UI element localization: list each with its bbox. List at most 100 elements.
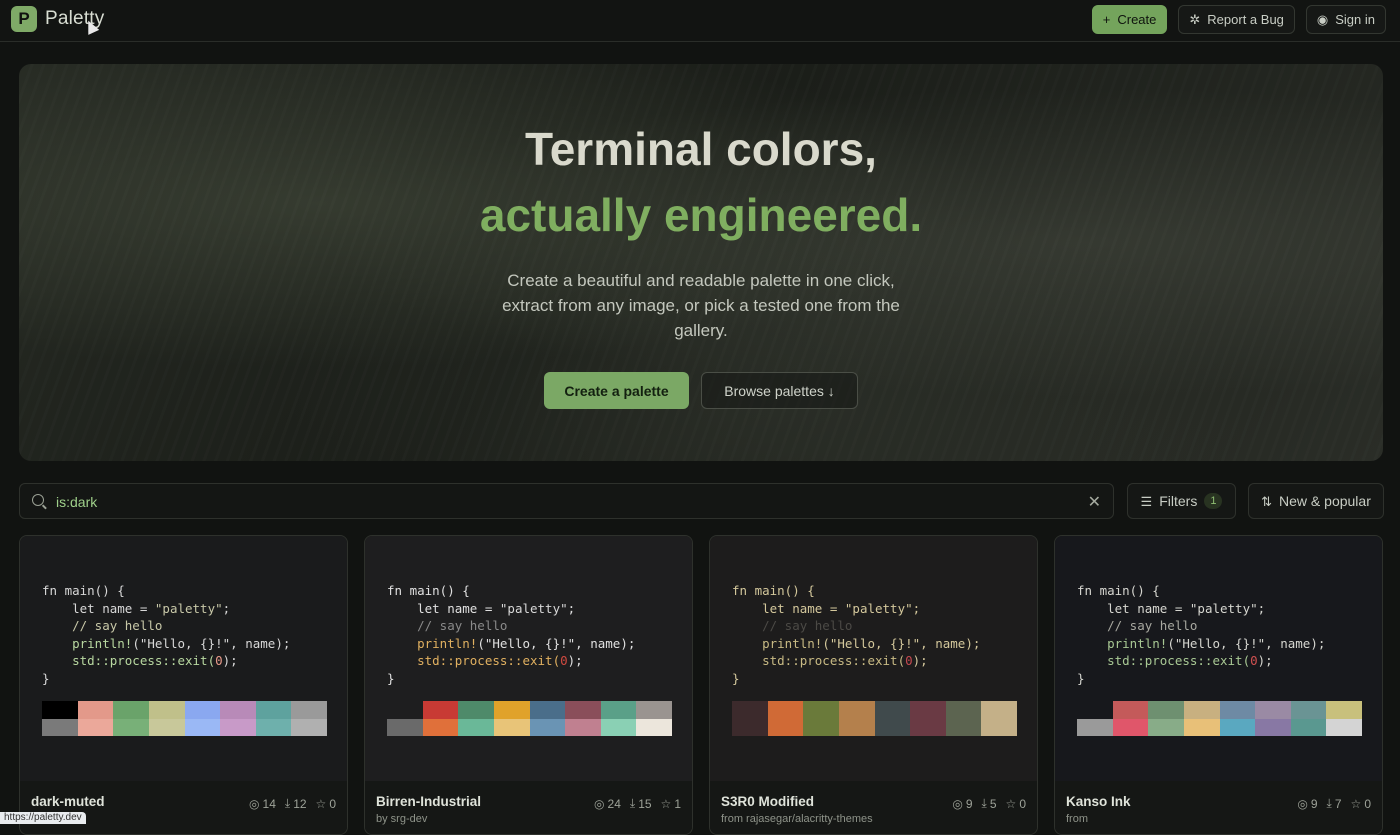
palette-author: from: [1066, 813, 1088, 825]
color-swatch: [910, 701, 946, 736]
views-stat: ◎ 9: [952, 796, 972, 811]
views-count: 9: [965, 796, 973, 811]
code-sample: fn main() { let name = "paletty"; // say…: [1077, 583, 1326, 686]
color-swatch: [1255, 701, 1291, 719]
stars-count: 0: [329, 796, 336, 811]
color-swatch: [565, 718, 601, 736]
color-swatch: [493, 718, 530, 736]
palette-stats: ◎ 9 ⤓ 7 ☆ 0: [1297, 796, 1371, 811]
palette-grid: fn main() { let name = "paletty"; // say…: [19, 535, 1384, 835]
color-swatch: [458, 701, 494, 719]
views-stat: ◎ 14: [249, 796, 276, 811]
color-swatch: [1183, 701, 1220, 719]
sign-in-button[interactable]: ◉ Sign in: [1305, 5, 1386, 34]
browse-palettes-button[interactable]: Browse palettes ↓: [701, 372, 858, 409]
views-count: 24: [607, 796, 621, 811]
star-button[interactable]: ☆ 0: [316, 796, 336, 811]
code-preview: fn main() { let name = "paletty"; // say…: [365, 536, 692, 781]
color-swatch: [422, 701, 459, 719]
code-sample: fn main() { let name = "paletty"; // say…: [732, 583, 981, 686]
color-swatch: [1077, 718, 1113, 736]
star-button[interactable]: ☆ 0: [1351, 796, 1371, 811]
clear-search-icon[interactable]: ✕: [1088, 492, 1101, 512]
color-swatch: [565, 701, 601, 719]
views-count: 9: [1310, 796, 1318, 811]
color-swatch: [113, 701, 149, 719]
search-input[interactable]: is:dark ✕: [19, 483, 1114, 519]
palette-title: Birren-Industrial: [376, 794, 482, 809]
color-swatch: [636, 701, 672, 719]
color-swatch: [113, 718, 149, 736]
report-bug-button[interactable]: ✲ Report a Bug: [1178, 5, 1295, 34]
color-swatch: [1112, 701, 1149, 719]
downloads-count: 7: [1334, 796, 1342, 811]
code-sample: fn main() { let name = "paletty"; // say…: [42, 583, 291, 686]
palette-author: by srg-dev: [376, 813, 428, 825]
color-swatch: [1290, 718, 1327, 736]
downloads-count: 12: [293, 796, 307, 811]
palette-card[interactable]: fn main() { let name = "paletty"; // say…: [709, 535, 1038, 835]
color-swatch: [291, 718, 327, 736]
color-swatch: [77, 701, 114, 719]
color-swatches: [1077, 701, 1362, 736]
search-icon: [32, 494, 44, 506]
filters-label: Filters: [1159, 493, 1198, 509]
sign-in-label: Sign in: [1335, 12, 1375, 27]
create-palette-button[interactable]: Create a palette: [544, 372, 689, 409]
eye-icon: ◎: [1297, 796, 1308, 811]
star-button[interactable]: ☆ 1: [661, 796, 681, 811]
card-footer: S3R0 Modified from rajasegar/alacritty-t…: [710, 781, 1037, 834]
color-swatch: [838, 701, 875, 736]
code-sample: fn main() { let name = "paletty"; // say…: [387, 583, 636, 686]
sort-label: New & popular: [1279, 493, 1371, 509]
color-swatch: [220, 701, 256, 719]
sort-arrows-icon: ⇅: [1261, 493, 1273, 509]
download-icon: ⤓: [629, 796, 636, 810]
color-swatch: [148, 718, 185, 736]
color-swatch: [255, 701, 292, 719]
filters-count-badge: 1: [1204, 493, 1223, 509]
download-icon: ⤓: [981, 796, 987, 810]
sliders-icon: ☰: [1140, 493, 1153, 509]
palette-title: dark-muted: [31, 794, 105, 809]
downloads-count: 5: [989, 796, 997, 811]
palette-title: S3R0 Modified: [721, 794, 815, 809]
filters-button[interactable]: ☰ Filters 1: [1127, 483, 1236, 519]
palette-card[interactable]: fn main() { let name = "paletty"; // say…: [1054, 535, 1383, 835]
color-swatch: [732, 701, 768, 736]
color-swatch: [1255, 718, 1291, 736]
status-url: https://paletty.dev: [0, 812, 86, 824]
stars-count: 0: [1364, 796, 1371, 811]
color-swatch: [220, 718, 256, 736]
palette-card[interactable]: fn main() { let name = "paletty"; // say…: [19, 535, 348, 835]
card-footer: Birren-Industrial by srg-dev ◎ 24 ⤓ 15 ☆ 1: [365, 781, 692, 834]
color-swatch: [767, 701, 804, 736]
star-icon: ☆: [660, 796, 672, 811]
star-icon: ☆: [1350, 796, 1362, 811]
hero-title-line1: Terminal colors,: [525, 123, 877, 175]
hero-actions: Create a palette Browse palettes ↓: [544, 372, 858, 409]
color-swatch: [42, 701, 78, 719]
sort-button[interactable]: ⇅ New & popular: [1248, 483, 1384, 519]
palette-card[interactable]: fn main() { let name = "paletty"; // say…: [364, 535, 693, 835]
logo-icon: P: [11, 6, 37, 32]
color-swatch: [600, 701, 637, 719]
color-swatches: [42, 701, 327, 736]
downloads-count: 15: [638, 796, 652, 811]
hero-title-line2: actually engineered.: [479, 189, 923, 241]
card-footer: dark-muted ◎ 14 ⤓ 12 ☆ 0: [20, 781, 347, 834]
card-footer: Kanso Ink from ◎ 9 ⤓ 7 ☆ 0: [1055, 781, 1382, 834]
color-swatch: [1183, 718, 1220, 736]
star-button[interactable]: ☆ 0: [1006, 796, 1026, 811]
color-swatch: [1112, 718, 1149, 736]
downloads-stat: ⤓ 15: [630, 796, 652, 811]
color-swatches: [387, 701, 672, 736]
create-button[interactable]: + Create: [1091, 5, 1168, 34]
color-swatch: [493, 701, 530, 719]
color-swatch: [387, 701, 423, 719]
color-swatch: [529, 701, 566, 719]
nav-actions: + Create ✲ Report a Bug ◉ Sign in: [1091, 5, 1386, 34]
top-bar: P Paletty + Create ✲ Report a Bug ◉ Sign…: [0, 0, 1400, 42]
code-preview: fn main() { let name = "paletty"; // say…: [20, 536, 347, 781]
download-icon: ⤓: [284, 796, 291, 810]
